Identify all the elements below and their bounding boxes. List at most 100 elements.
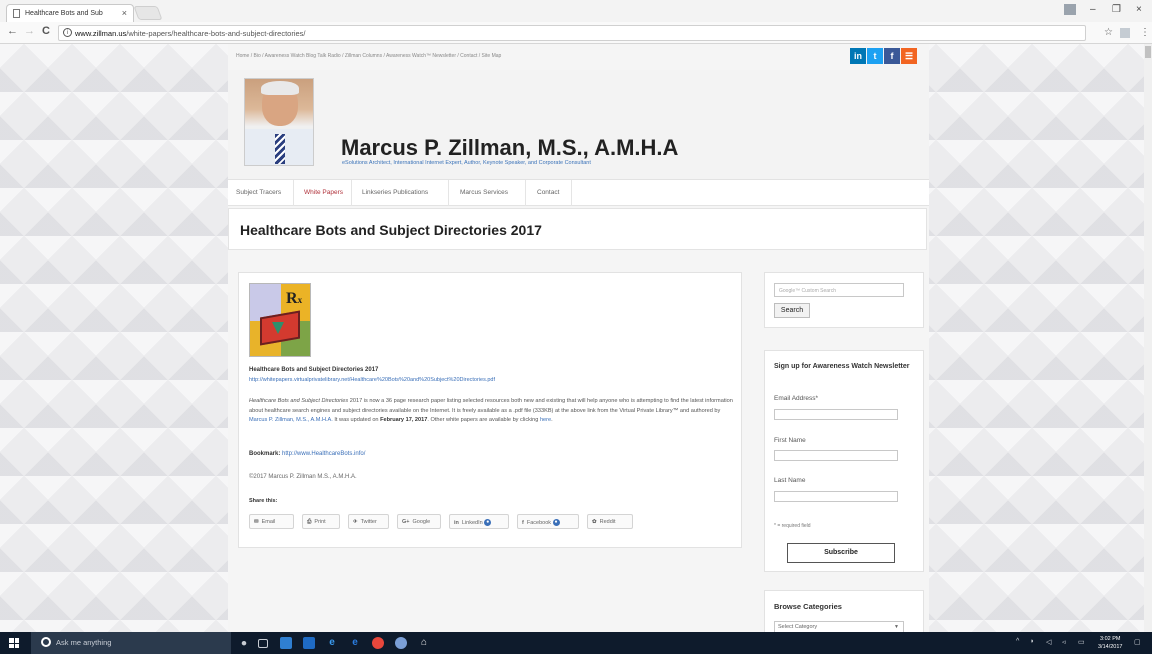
cortana-search[interactable]: Ask me anything bbox=[31, 632, 231, 654]
nav-contact[interactable]: Contact bbox=[526, 180, 572, 206]
file-explorer-icon[interactable] bbox=[303, 637, 315, 649]
network-icon[interactable]: ◗ bbox=[1030, 638, 1034, 645]
web-page: Home / Bio / Awareness Watch Blog Talk R… bbox=[0, 44, 1152, 632]
windows-taskbar: Ask me anything ⏺ e e ⌂ ^ ◗ ◁ ◃ ▭ 3:02 P… bbox=[0, 632, 1152, 654]
app-icon[interactable] bbox=[395, 637, 407, 649]
chrome-icon[interactable] bbox=[372, 637, 384, 649]
tab-close-icon[interactable]: × bbox=[122, 8, 127, 18]
site-tagline: eSolutions Architect, International Inte… bbox=[342, 160, 591, 166]
action-center-icon[interactable]: ▢ bbox=[1134, 638, 1141, 646]
share-linkedin-button[interactable]: in LinkedIn ● bbox=[449, 514, 509, 529]
info-icon[interactable]: i bbox=[63, 28, 72, 37]
ie-icon[interactable]: e bbox=[349, 637, 361, 649]
email-field[interactable] bbox=[774, 409, 898, 420]
profile-icon[interactable] bbox=[1064, 4, 1076, 15]
site-header: Marcus P. Zillman, M.S., A.M.H.A eSoluti… bbox=[228, 70, 929, 180]
share-facebook-button[interactable]: f Facebook ● bbox=[517, 514, 579, 529]
bookmark-star-icon[interactable]: ☆ bbox=[1104, 27, 1113, 38]
search-input[interactable]: Google™ Custom Search bbox=[774, 283, 904, 297]
speaker-icon[interactable]: ◃ bbox=[1062, 638, 1066, 646]
article-title: Healthcare Bots and Subject Directories … bbox=[249, 367, 379, 373]
nav-marcus-services[interactable]: Marcus Services bbox=[449, 180, 526, 206]
rss-icon[interactable]: ☰ bbox=[901, 48, 917, 64]
clock[interactable]: 3:02 PM 3/14/2017 bbox=[1098, 635, 1122, 651]
email-label: Email Address* bbox=[774, 395, 819, 402]
bookmark-link[interactable]: http://www.HealthcareBots.info/ bbox=[282, 451, 365, 457]
share-google-button[interactable]: G+ Google bbox=[397, 514, 441, 529]
new-tab-button[interactable] bbox=[133, 6, 163, 20]
page-icon bbox=[13, 9, 20, 18]
linkedin-icon[interactable]: in bbox=[850, 48, 866, 64]
article-pdf-link[interactable]: http://whitepapers.virtualprivatelibrary… bbox=[249, 377, 495, 383]
nav-subject-tracers[interactable]: Subject Tracers bbox=[228, 180, 294, 206]
keyboard-icon[interactable]: ▭ bbox=[1078, 638, 1085, 646]
first-name-field[interactable] bbox=[774, 450, 898, 461]
top-nav-links[interactable]: Home / Bio / Awareness Watch Blog Talk R… bbox=[236, 53, 501, 59]
facebook-icon[interactable]: f bbox=[884, 48, 900, 64]
article: Rx Healthcare Bots and Subject Directori… bbox=[238, 272, 742, 548]
search-widget: Google™ Custom Search Search bbox=[764, 272, 924, 328]
twitter-icon[interactable]: t bbox=[867, 48, 883, 64]
back-button[interactable]: ← bbox=[7, 25, 18, 37]
browser-menu-icon[interactable]: ⋮ bbox=[1140, 27, 1150, 38]
address-toolbar: ← → C i www.zillman.us/white-papers/heal… bbox=[0, 22, 1152, 44]
share-count-badge: ● bbox=[484, 519, 492, 526]
share-count-badge: ● bbox=[552, 519, 560, 526]
microphone-icon[interactable]: ⏺ bbox=[238, 637, 250, 649]
clock-time: 3:02 PM bbox=[1099, 636, 1121, 642]
newsletter-widget: Sign up for Awareness Watch Newsletter E… bbox=[764, 350, 924, 572]
copyright: ©2017 Marcus P. Zillman M.S., A.M.H.A. bbox=[249, 474, 357, 480]
store-bag-icon[interactable]: ⌂ bbox=[418, 637, 430, 649]
forward-button[interactable]: → bbox=[24, 25, 35, 37]
scrollbar-thumb[interactable] bbox=[1145, 46, 1151, 58]
share-reddit-label: Reddit bbox=[599, 519, 616, 525]
nav-white-papers[interactable]: White Papers bbox=[294, 180, 352, 206]
extension-icon[interactable] bbox=[1120, 28, 1130, 38]
edge-icon[interactable]: e bbox=[326, 637, 338, 649]
nav-linkseries-publications[interactable]: Linkseries Publications bbox=[352, 180, 449, 206]
url-path: /white-papers/healthcare-bots-and-subjec… bbox=[126, 29, 306, 38]
share-label: Share this: bbox=[249, 498, 278, 504]
store-icon[interactable] bbox=[280, 637, 292, 649]
author-link[interactable]: Marcus P. Zillman, M.S., A.M.H.A. bbox=[249, 417, 333, 423]
browser-tab[interactable]: Healthcare Bots and Sub × bbox=[6, 4, 134, 22]
share-twitter-button[interactable]: ✈ Twitter bbox=[348, 514, 389, 529]
last-name-field[interactable] bbox=[774, 491, 898, 502]
page-title-bar: Healthcare Bots and Subject Directories … bbox=[228, 208, 927, 250]
article-body-text-2: It was updated on bbox=[332, 417, 381, 423]
url-input[interactable]: i www.zillman.us/white-papers/healthcare… bbox=[58, 25, 1086, 41]
reload-button[interactable]: C bbox=[42, 25, 50, 37]
bookmark-line: Bookmark: http://www.HealthcareBots.info… bbox=[249, 451, 365, 457]
url-host: www.zillman.us bbox=[75, 29, 127, 38]
site-title[interactable]: Marcus P. Zillman, M.S., A.M.H.A bbox=[341, 135, 678, 161]
cortana-icon bbox=[41, 637, 51, 647]
maximize-button[interactable]: ❐ bbox=[1112, 4, 1121, 15]
close-window-button[interactable]: × bbox=[1136, 4, 1142, 15]
scrollbar[interactable] bbox=[1144, 44, 1152, 632]
author-photo bbox=[244, 78, 314, 166]
search-button[interactable]: Search bbox=[774, 303, 810, 318]
share-twitter-label: Twitter bbox=[360, 519, 377, 525]
volume-icon[interactable]: ◁ bbox=[1046, 638, 1051, 646]
start-button[interactable] bbox=[9, 638, 19, 648]
reddit-icon: ✿ bbox=[592, 519, 597, 525]
main-nav: Subject Tracers White Papers Linkseries … bbox=[228, 180, 929, 206]
share-facebook-label: Facebook bbox=[526, 519, 551, 526]
here-link[interactable]: here bbox=[540, 417, 551, 423]
tray-chevron-icon[interactable]: ^ bbox=[1016, 638, 1019, 645]
share-print-button[interactable]: ⎙ Print bbox=[302, 514, 340, 529]
share-google-label: Google bbox=[412, 519, 431, 525]
task-view-icon[interactable] bbox=[258, 639, 268, 648]
tab-title: Healthcare Bots and Sub bbox=[25, 10, 103, 17]
category-select[interactable]: Select Category ▼ bbox=[774, 621, 904, 632]
page-title: Healthcare Bots and Subject Directories … bbox=[240, 222, 542, 238]
categories-widget: Browse Categories Select Category ▼ bbox=[764, 590, 924, 632]
share-email-button[interactable]: ✉ Email bbox=[249, 514, 294, 529]
subscribe-button[interactable]: Subscribe bbox=[787, 543, 895, 563]
share-reddit-button[interactable]: ✿ Reddit bbox=[587, 514, 633, 529]
article-body-text-3: . Other white papers are available by cl… bbox=[427, 417, 540, 423]
article-image: Rx bbox=[249, 283, 311, 357]
minimize-button[interactable]: – bbox=[1090, 4, 1096, 15]
clock-date: 3/14/2017 bbox=[1098, 644, 1123, 650]
category-select-value: Select Category bbox=[778, 624, 818, 630]
